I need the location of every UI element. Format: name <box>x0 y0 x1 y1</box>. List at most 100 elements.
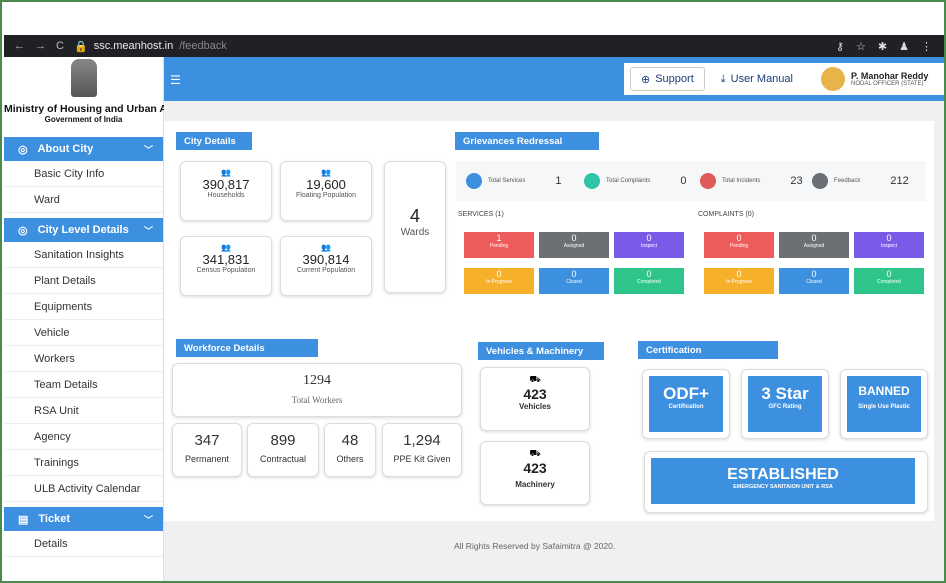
wards-card: 4 Wards <box>384 161 446 293</box>
menu-city-level-details[interactable]: ◎ City Level Details ﹀ <box>4 218 163 242</box>
contractual-value: 899 <box>270 432 296 449</box>
total-incidents[interactable]: Total Incidents 23 <box>700 173 803 189</box>
top-bar: ☰ ⊕ Support ⤓ User Manual P. Manohar Reddy… <box>164 57 944 101</box>
permanent-value: 347 <box>194 432 220 449</box>
total-services[interactable]: Total Services 1 <box>466 173 561 189</box>
complaints-assigned[interactable]: 0 Assigned <box>779 232 849 258</box>
address-bar[interactable]: 🔒 ssc.meanhost.in/feedback <box>74 40 836 53</box>
services-pending[interactable]: 1 Pending <box>464 232 534 258</box>
ticket-icon: ▤ <box>18 513 29 526</box>
total-workers-value: 1294 <box>303 373 331 388</box>
globe-icon: ◎ <box>18 143 28 156</box>
total-complaints-label: Total Complaints <box>606 178 651 184</box>
complaints-closed[interactable]: 0 Closed <box>779 268 849 294</box>
complaints-completed[interactable]: 0 Completed <box>854 268 924 294</box>
floating-label: Floating Population <box>296 192 356 199</box>
census-card: 👥 341,831 Census Population <box>180 236 272 296</box>
sidebar-item-details[interactable]: Details <box>4 531 163 557</box>
floating-card: 👥 19,600 Floating Population <box>280 161 372 221</box>
hamburger-icon[interactable]: ☰ <box>170 73 181 87</box>
machinery-label: Machinery <box>515 480 555 489</box>
sidebar-item-equipments[interactable]: Equipments <box>4 294 163 320</box>
main-content: City Details 👥 390,817 Households 👥 19,6… <box>164 101 944 581</box>
certification-title: Certification <box>638 341 778 359</box>
star-label: GFC Rating <box>768 404 802 410</box>
forward-icon[interactable]: → <box>35 40 46 52</box>
feedback-value: 212 <box>890 175 909 187</box>
download-icon: ⤓ <box>720 72 726 85</box>
total-services-label: Total Services <box>488 178 526 184</box>
menu-about-city[interactable]: ◎ About City ﹀ <box>4 137 163 161</box>
stat-label: Assigned <box>803 242 825 249</box>
reload-icon[interactable]: C <box>56 40 64 52</box>
complaints-in-progress[interactable]: 0 In-Progress <box>704 268 774 294</box>
star-badge: 3 Star GFC Rating <box>748 376 822 432</box>
sidebar-item-agency[interactable]: Agency <box>4 424 163 450</box>
dashboard-panel: City Details 👥 390,817 Households 👥 19,6… <box>164 121 934 551</box>
sidebar-item-rsa-unit[interactable]: RSA Unit <box>4 398 163 424</box>
complaints-inspect[interactable]: 0 Inspect <box>854 232 924 258</box>
floating-value: 19,600 <box>306 177 346 192</box>
machinery-card: ⛟ 423 Machinery <box>480 441 590 505</box>
sidebar-item-team-details[interactable]: Team Details <box>4 372 163 398</box>
profile-icon[interactable]: ♟ <box>899 40 909 53</box>
banned-label: Single Use Plastic <box>858 404 910 410</box>
back-icon[interactable]: ← <box>14 40 25 52</box>
sidebar-item-sanitation-insights[interactable]: Sanitation Insights <box>4 242 163 268</box>
lifebuoy-icon: ⊕ <box>641 73 651 86</box>
screen: ← → C 🔒 ssc.meanhost.in/feedback ⚷ ☆ ✱ ♟ ⋮ Min… <box>0 0 946 583</box>
feedback[interactable]: Feedback 212 <box>812 173 909 189</box>
established-badge: ESTABLISHED EMERGENCY SANITAION UNIT & R… <box>651 458 915 504</box>
feedback-label: Feedback <box>834 178 861 184</box>
city-details-title: City Details <box>176 132 252 150</box>
sidebar-item-basic-city-info[interactable]: Basic City Info <box>4 161 163 187</box>
menu-icon[interactable]: ⋮ <box>921 40 932 53</box>
menu-ticket[interactable]: ▤ Ticket ﹀ <box>4 507 163 531</box>
sidebar-item-plant-details[interactable]: Plant Details <box>4 268 163 294</box>
machinery-value: 423 <box>523 460 547 476</box>
services-heading: SERVICES (1) <box>458 211 504 218</box>
services-closed[interactable]: 0 Closed <box>539 268 609 294</box>
permanent-label: Permanent <box>184 454 230 464</box>
services-in-progress[interactable]: 0 In-Progress <box>464 268 534 294</box>
user-manual-button[interactable]: ⤓ User Manual <box>711 67 803 91</box>
stat-label: Inspect <box>880 242 898 249</box>
total-workers-card: 1294 Total Workers <box>172 363 462 417</box>
lock-icon: 🔒 <box>74 40 88 53</box>
sidebar-item-vehicle[interactable]: Vehicle <box>4 320 163 346</box>
odf-card: ODF+ Certification <box>642 369 730 439</box>
sidebar: Ministry of Housing and Urban Affairs Go… <box>4 57 193 581</box>
user-profile[interactable]: P. Manohar Reddy NODAL OFFICER (STATE) <box>820 67 928 91</box>
services-inspect[interactable]: 0 Inspect <box>614 232 684 258</box>
odf-label: Certification <box>668 404 704 410</box>
stat-label: Closed <box>806 278 822 285</box>
sidebar-item-workers[interactable]: Workers <box>4 346 163 372</box>
wards-label: Wards <box>400 227 430 238</box>
gear-icon <box>466 173 482 189</box>
menu-label: City Level Details <box>37 224 129 236</box>
households-card: 👥 390,817 Households <box>180 161 272 221</box>
sidebar-item-ward[interactable]: Ward <box>4 187 163 213</box>
total-complaints[interactable]: Total Complaints 0 <box>584 173 686 189</box>
sidebar-item-trainings[interactable]: Trainings <box>4 450 163 476</box>
stat-label: Completed <box>876 278 902 285</box>
chevron-down-icon: ﹀ <box>143 225 153 236</box>
services-completed[interactable]: 0 Completed <box>614 268 684 294</box>
sidebar-item-ulb-activity-calendar[interactable]: ULB Activity Calendar <box>4 476 163 502</box>
manual-label: User Manual <box>730 73 793 85</box>
stat-label: Inspect <box>640 242 658 249</box>
established-value: ESTABLISHED <box>727 466 839 483</box>
ministry-name: Ministry of Housing and Urban Affairs <box>4 103 193 115</box>
emblem-icon <box>70 59 97 97</box>
key-icon[interactable]: ⚷ <box>836 40 844 53</box>
total-incidents-label: Total Incidents <box>722 178 761 184</box>
support-button[interactable]: ⊕ Support <box>630 67 705 91</box>
services-assigned[interactable]: 0 Assigned <box>539 232 609 258</box>
ppe-card: 1,294 PPE Kit Given <box>382 423 462 477</box>
star-icon[interactable]: ☆ <box>856 40 866 53</box>
ppe-label: PPE Kit Given <box>393 454 451 464</box>
extension-icon[interactable]: ✱ <box>878 40 887 53</box>
complaints-pending[interactable]: 0 Pending <box>704 232 774 258</box>
url-path: /feedback <box>179 40 227 52</box>
households-value: 390,817 <box>202 177 250 192</box>
